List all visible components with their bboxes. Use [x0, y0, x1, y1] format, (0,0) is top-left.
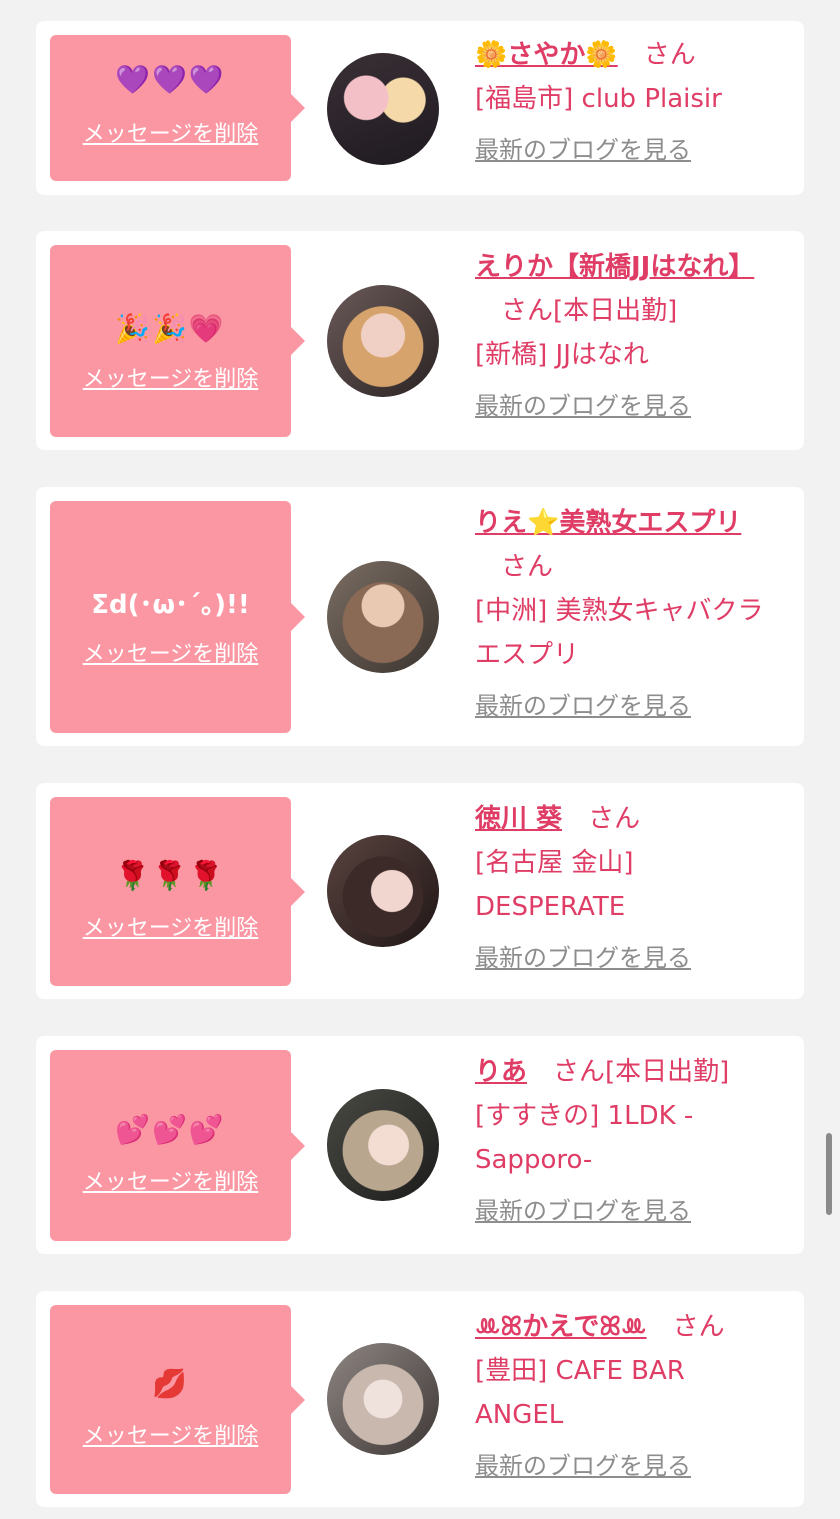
cast-info: 🌼さやか🌼 さん [福島市] club Plaisir 最新のブログを見る: [475, 33, 775, 167]
cast-info: ꔛꕤかえでꕤꔛ さん [豊田] CAFE BAR ANGEL 最新のブログを見る: [475, 1305, 775, 1483]
message-card: 💜💜💜 メッセージを削除 🌼さやか🌼 さん [福島市] club Plaisir …: [36, 21, 804, 195]
message-card: 🌹🌹🌹 メッセージを削除 徳川 葵さん [名古屋 金山] DESPERATE 最…: [36, 783, 804, 999]
message-card: 🎉🎉💗 メッセージを削除 えりか【新橋JJはなれ】さん[本日出勤] [新橋] J…: [36, 231, 804, 450]
avatar[interactable]: [327, 835, 439, 947]
delete-message-link[interactable]: メッセージを削除: [50, 121, 291, 149]
message-bubble: 💜💜💜 メッセージを削除: [50, 35, 305, 181]
status-badge: [本日出勤]: [605, 1057, 730, 1087]
honorific: さん: [643, 40, 696, 70]
message-text: Σd(･ω･´｡)!!: [91, 590, 250, 620]
message-bubble: 🎉🎉💗 メッセージを削除: [50, 245, 305, 437]
cast-name-link[interactable]: ꔛꕤかえでꕤꔛ: [475, 1312, 647, 1342]
message-text: 🌹🌹🌹: [115, 859, 226, 892]
honorific: さん: [588, 804, 641, 834]
shop-name: [中洲] 美熟女キャバクラ エスプリ: [475, 596, 764, 670]
message-card: Σd(･ω･´｡)!! メッセージを削除 りえ⭐美熟女エスプリさん [中洲] 美…: [36, 487, 804, 746]
honorific: さん: [672, 1312, 725, 1342]
shop-name: [名古屋 金山] DESPERATE: [475, 848, 634, 922]
message-bubble: Σd(･ω･´｡)!! メッセージを削除: [50, 501, 305, 733]
latest-blog-link[interactable]: 最新のブログを見る: [475, 689, 775, 723]
message-text: 💋: [152, 1367, 189, 1400]
message-text: 💜💜💜: [115, 63, 226, 96]
delete-message-link[interactable]: メッセージを削除: [50, 915, 291, 943]
cast-name-link[interactable]: 徳川 葵: [475, 804, 562, 834]
delete-message-link[interactable]: メッセージを削除: [50, 1169, 291, 1197]
shop-name: [新橋] JJはなれ: [475, 340, 649, 370]
cast-info: えりか【新橋JJはなれ】さん[本日出勤] [新橋] JJはなれ 最新のブログを見…: [475, 245, 775, 423]
cast-name-link[interactable]: りえ⭐美熟女エスプリ: [475, 508, 741, 538]
latest-blog-link[interactable]: 最新のブログを見る: [475, 1449, 775, 1483]
avatar[interactable]: [327, 285, 439, 397]
message-card: 💋 メッセージを削除 ꔛꕤかえでꕤꔛ さん [豊田] CAFE BAR ANGEL…: [36, 1291, 804, 1507]
latest-blog-link[interactable]: 最新のブログを見る: [475, 1194, 775, 1228]
avatar[interactable]: [327, 1343, 439, 1455]
cast-name-link[interactable]: りあ: [475, 1057, 527, 1087]
cast-name-link[interactable]: えりか【新橋JJはなれ】: [475, 252, 754, 282]
avatar[interactable]: [327, 561, 439, 673]
avatar[interactable]: [327, 1089, 439, 1201]
shop-name: [すすきの] 1LDK -Sapporo-: [475, 1101, 694, 1175]
honorific: さん: [501, 296, 554, 326]
message-bubble: 💕💕💕 メッセージを削除: [50, 1050, 305, 1241]
message-text: 🎉🎉💗: [115, 312, 226, 345]
latest-blog-link[interactable]: 最新のブログを見る: [475, 133, 775, 167]
cast-name-link[interactable]: 🌼さやか🌼: [475, 40, 618, 70]
scrollbar[interactable]: [826, 1133, 832, 1215]
honorific: さん: [553, 1057, 606, 1087]
cast-info: りえ⭐美熟女エスプリさん [中洲] 美熟女キャバクラ エスプリ 最新のブログを見…: [475, 501, 775, 723]
honorific: さん: [501, 552, 554, 582]
message-bubble: 🌹🌹🌹 メッセージを削除: [50, 797, 305, 986]
message-bubble: 💋 メッセージを削除: [50, 1305, 305, 1494]
delete-message-link[interactable]: メッセージを削除: [50, 641, 291, 669]
latest-blog-link[interactable]: 最新のブログを見る: [475, 389, 775, 423]
cast-info: りあ さん[本日出勤] [すすきの] 1LDK -Sapporo- 最新のブログを…: [475, 1050, 775, 1228]
status-badge: [本日出勤]: [553, 296, 678, 326]
message-card: 💕💕💕 メッセージを削除 りあ さん[本日出勤] [すすきの] 1LDK -Sap…: [36, 1036, 804, 1254]
latest-blog-link[interactable]: 最新のブログを見る: [475, 941, 775, 975]
message-text: 💕💕💕: [115, 1113, 226, 1146]
delete-message-link[interactable]: メッセージを削除: [50, 366, 291, 394]
delete-message-link[interactable]: メッセージを削除: [50, 1423, 291, 1451]
shop-name: [福島市] club Plaisir: [475, 84, 722, 114]
cast-info: 徳川 葵さん [名古屋 金山] DESPERATE 最新のブログを見る: [475, 797, 775, 975]
shop-name: [豊田] CAFE BAR ANGEL: [475, 1356, 685, 1430]
avatar[interactable]: [327, 53, 439, 165]
